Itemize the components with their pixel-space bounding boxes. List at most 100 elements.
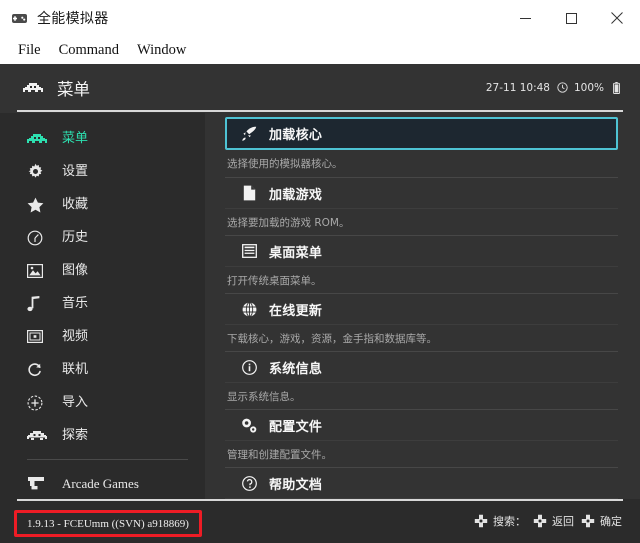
menu-entry-label: 在线更新 (269, 303, 323, 319)
window-title: 全能模拟器 (37, 11, 109, 27)
sidebar-item-label: 历史 (62, 230, 89, 245)
menu-entry-label: 加载核心 (269, 128, 323, 143)
clock-text: 27-11 10:48 (485, 81, 550, 94)
menu-entry-load-core[interactable]: 加载核心 (225, 117, 618, 150)
menu-entry-label: 帮助文档 (269, 477, 323, 493)
dpad-icon (581, 514, 595, 528)
menu-entry-label: 加载游戏 (269, 187, 323, 203)
window-controls (502, 0, 640, 36)
sidebar-item-music[interactable]: 音乐 (0, 287, 205, 320)
sidebar-item-import[interactable]: 导入 (0, 386, 205, 419)
page-title: 菜单 (57, 79, 90, 99)
clock-icon (557, 82, 568, 93)
sidebar-item-settings[interactable]: 设置 (0, 155, 205, 188)
menu-entry-label: 系统信息 (269, 361, 323, 377)
menu-entry-desc: 显示系统信息。 (225, 382, 618, 409)
sidebar-item-arcade-games[interactable]: Arcade Games (0, 467, 205, 500)
sidebar-divider (27, 459, 188, 460)
menu-entry-label: 桌面菜单 (269, 245, 323, 261)
file-icon (239, 185, 259, 201)
menu-entry-desc: 管理和创建配置文件。 (225, 440, 618, 467)
window-icon (239, 243, 259, 259)
sidebar-item-favorites[interactable]: 收藏 (0, 188, 205, 221)
star-icon (27, 196, 49, 214)
hint-label: 搜索： (493, 515, 526, 528)
info-icon (239, 359, 259, 375)
menu-entry-desktop-menu[interactable]: 桌面菜单 (225, 235, 618, 266)
sidebar-item-explore[interactable]: 探索 (0, 419, 205, 452)
gear-icon (27, 163, 49, 181)
hint-back[interactable]: 返回 (533, 513, 574, 529)
titlebar-left: 全能模拟器 (0, 8, 502, 28)
sliders-icon (239, 417, 259, 433)
menu-entry-configuration-file[interactable]: 配置文件 (225, 409, 618, 440)
menu-entry-help[interactable]: 帮助文档 (225, 467, 618, 498)
menu-entry-desc: 选择要加载的游戏 ROM。 (225, 208, 618, 235)
sidebar-item-label: 图像 (62, 263, 89, 278)
header-divider (17, 110, 623, 112)
sidebar: 菜单 设置 收藏 历史 图像 音乐 视频 联机 导入 探索 Arcade Gam… (0, 113, 205, 543)
sidebar-item-images[interactable]: 图像 (0, 254, 205, 287)
minimize-button[interactable] (502, 0, 548, 36)
help-icon (239, 475, 259, 491)
menu-entry-system-information[interactable]: 系统信息 (225, 351, 618, 382)
dpad-icon (474, 514, 488, 528)
battery-text: 100% (573, 81, 604, 94)
core-version-label: 1.9.13 - FCEUmm ((SVN) a918869) (27, 518, 189, 530)
sidebar-item-label: 视频 (62, 329, 89, 344)
menubar: File Command Window (0, 36, 640, 64)
sidebar-item-menu[interactable]: 菜单 (0, 122, 205, 155)
hint-label: 确定 (600, 515, 622, 528)
window-titlebar: 全能模拟器 (0, 0, 640, 36)
retroarch-header: 菜单 27-11 10:48 100% (0, 64, 640, 112)
sidebar-item-label: 菜单 (62, 131, 89, 146)
menu-entry-desc: 下载核心，游戏，资源，金手指和数据库等。 (225, 324, 618, 351)
gamepad-icon (11, 10, 28, 27)
rocket-icon (239, 126, 259, 142)
sidebar-item-label: 设置 (62, 164, 89, 179)
main-menu-list: 加载核心 选择使用的模拟器核心。 加载游戏 选择要加载的游戏 ROM。 桌面菜单… (205, 113, 640, 543)
sidebar-item-history[interactable]: 历史 (0, 221, 205, 254)
hint-label: 返回 (552, 515, 574, 528)
battery-icon (613, 81, 620, 94)
footer-hints: 搜索： 返回 确定 (474, 499, 622, 543)
video-icon (27, 328, 49, 346)
header-status: 27-11 10:48 100% (486, 64, 620, 111)
menu-command[interactable]: Command (50, 40, 128, 61)
sidebar-item-video[interactable]: 视频 (0, 320, 205, 353)
hint-search[interactable]: 搜索： (474, 513, 526, 529)
invader-explore-icon (27, 427, 49, 445)
application-window: 全能模拟器 File Command Window 菜单 27-11 10:48… (0, 0, 640, 543)
maximize-button[interactable] (548, 0, 594, 36)
dpad-icon (533, 514, 547, 528)
sidebar-item-label: 收藏 (62, 197, 89, 212)
globe-icon (239, 301, 259, 317)
retroarch-ui: 菜单 27-11 10:48 100% 菜单 设置 收藏 历史 图像 音乐 视频… (0, 64, 640, 543)
close-button[interactable] (594, 0, 640, 36)
retroarch-body: 菜单 设置 收藏 历史 图像 音乐 视频 联机 导入 探索 Arcade Gam… (0, 113, 640, 543)
hint-confirm[interactable]: 确定 (581, 513, 622, 529)
menu-entry-desc: 选择使用的模拟器核心。 (227, 158, 343, 170)
retroarch-invader-icon (23, 81, 43, 95)
menu-window[interactable]: Window (128, 40, 195, 61)
retroarch-footer: 1.9.13 - FCEUmm ((SVN) a918869) 搜索： 返回 确… (0, 499, 640, 543)
clock-history-icon (27, 229, 49, 247)
version-highlight-box: 1.9.13 - FCEUmm ((SVN) a918869) (14, 510, 202, 537)
sidebar-item-label: 联机 (62, 362, 89, 377)
image-icon (27, 262, 49, 280)
menu-entry-load-content[interactable]: 加载游戏 (225, 177, 618, 208)
menu-entry-label: 配置文件 (269, 419, 323, 435)
invader-icon (27, 130, 49, 148)
sidebar-item-label: 导入 (62, 395, 89, 410)
plus-circle-icon (27, 394, 49, 412)
netplay-icon (27, 361, 49, 379)
sidebar-item-label: 探索 (62, 428, 89, 443)
arcade-cabinet-icon (27, 475, 49, 493)
menu-entry-desc: 打开传统桌面菜单。 (225, 266, 618, 293)
sidebar-item-label: 音乐 (62, 296, 89, 311)
menu-entry-online-updater[interactable]: 在线更新 (225, 293, 618, 324)
sidebar-item-label: Arcade Games (62, 476, 139, 491)
sidebar-item-netplay[interactable]: 联机 (0, 353, 205, 386)
menu-file[interactable]: File (9, 40, 50, 61)
music-note-icon (27, 295, 49, 313)
